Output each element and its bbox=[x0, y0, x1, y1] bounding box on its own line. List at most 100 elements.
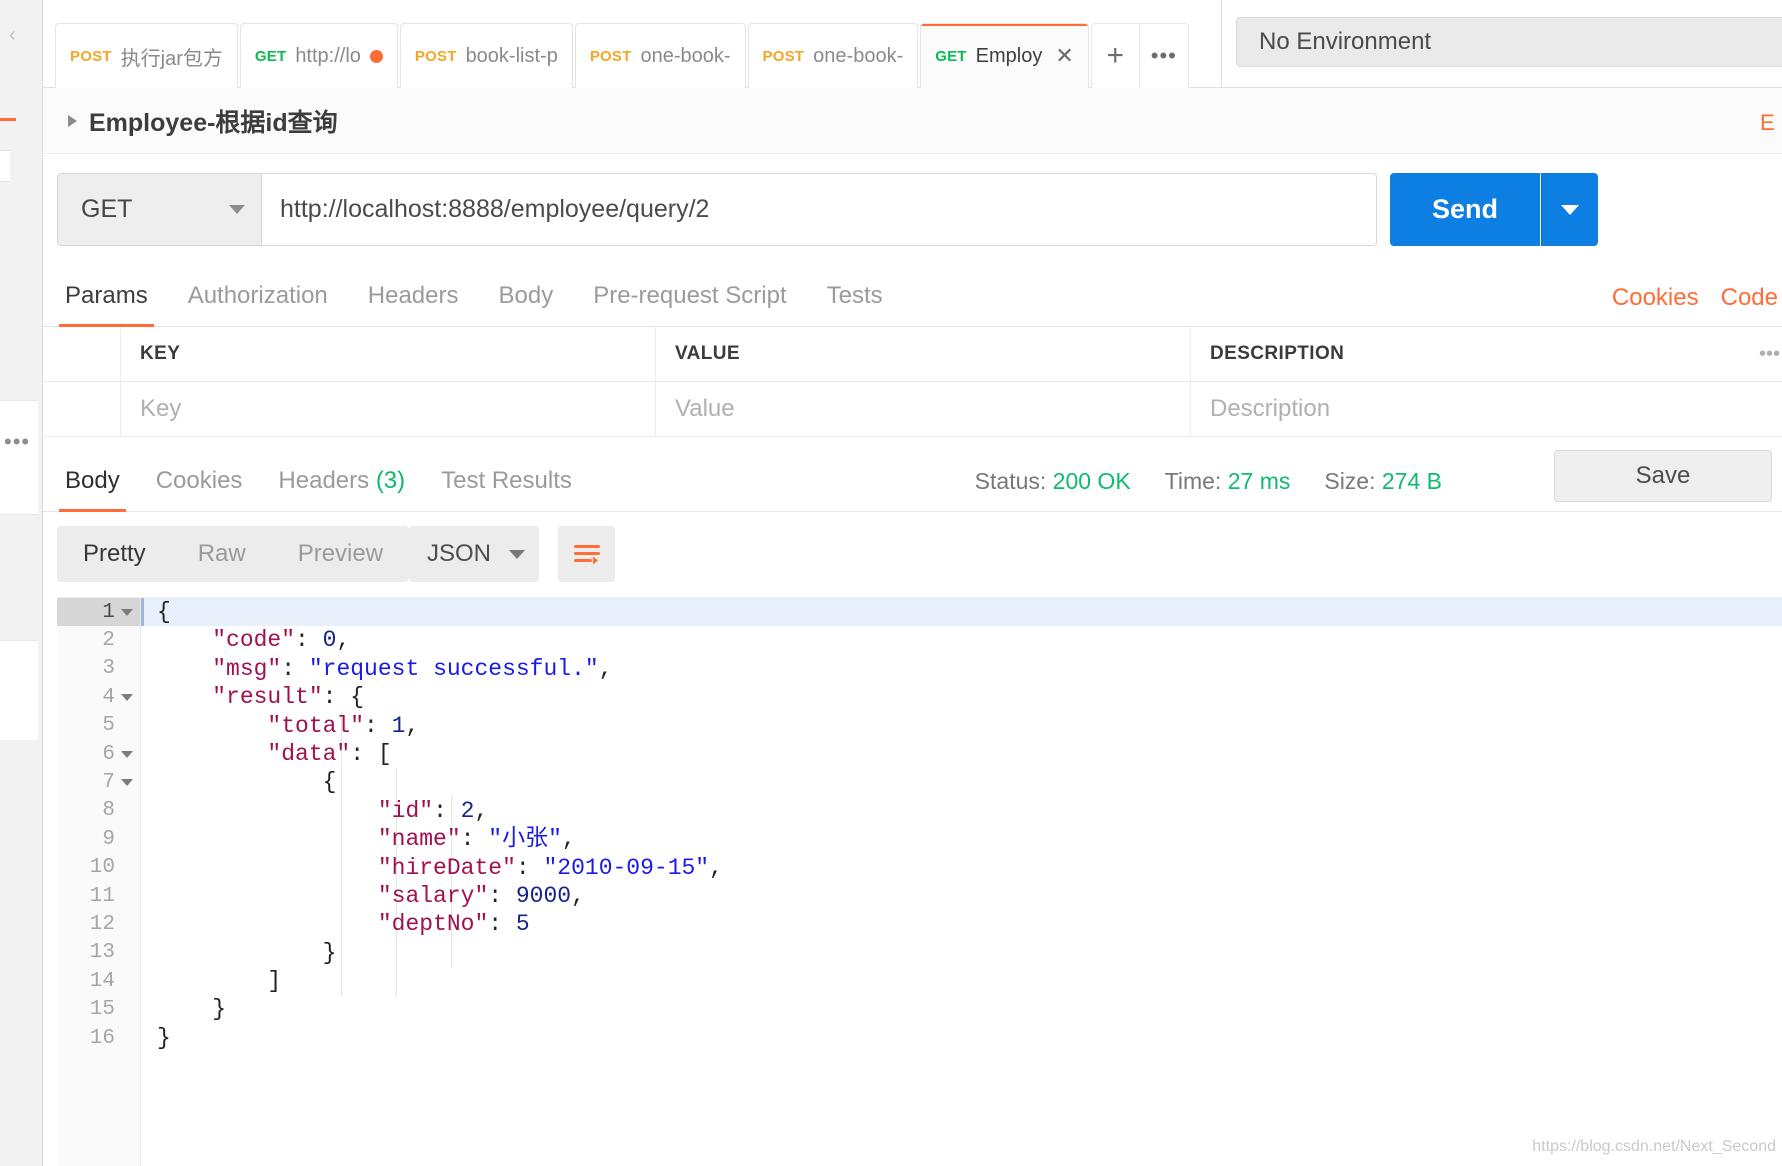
body-format-select[interactable]: JSON bbox=[409, 526, 539, 582]
request-tab-1[interactable]: GET http://lo bbox=[239, 23, 398, 88]
code-line: "deptNo": 5 bbox=[141, 910, 1782, 938]
token-pun: { bbox=[157, 599, 171, 625]
sidebar-more-icon[interactable]: ••• bbox=[4, 431, 30, 453]
tab-more-options-button[interactable]: ••• bbox=[1139, 23, 1189, 88]
line-number: 12 bbox=[57, 910, 140, 938]
line-number-text: 5 bbox=[102, 714, 115, 738]
tab-authorization[interactable]: Authorization bbox=[188, 282, 328, 326]
http-method-select[interactable]: GET bbox=[57, 173, 262, 246]
sidebar-item-stub[interactable] bbox=[0, 150, 10, 182]
token-pun: , bbox=[709, 854, 723, 881]
url-text: http://localhost:8888/employee/query/2 bbox=[280, 195, 710, 223]
fold-toggle-icon[interactable] bbox=[121, 779, 133, 787]
view-mode-pretty[interactable]: Pretty bbox=[57, 526, 172, 582]
tab-headers[interactable]: Headers bbox=[368, 282, 459, 326]
response-body-editor[interactable]: 1 2 3 4 5 6 7 8 9 10 11 12 13 14 15 16 { "code": 0, "ms… bbox=[57, 597, 1782, 1166]
params-description-input[interactable]: Description bbox=[1191, 382, 1721, 436]
line-number-text: 2 bbox=[102, 629, 115, 653]
response-tab-body[interactable]: Body bbox=[59, 467, 126, 512]
params-value-input[interactable]: Value bbox=[656, 382, 1191, 436]
token-pun bbox=[157, 627, 212, 653]
tab-pre-request-script[interactable]: Pre-request Script bbox=[593, 282, 786, 326]
code-link[interactable]: Code bbox=[1721, 284, 1778, 312]
response-tab-cookies[interactable]: Cookies bbox=[156, 467, 243, 511]
view-mode-raw[interactable]: Raw bbox=[172, 526, 272, 582]
line-number: 6 bbox=[57, 740, 140, 768]
token-pun bbox=[157, 741, 267, 767]
request-tab-4[interactable]: POST one-book- bbox=[747, 23, 919, 88]
line-number-text: 7 bbox=[102, 771, 115, 795]
code-line: { bbox=[141, 598, 1782, 627]
params-row-checkbox[interactable] bbox=[43, 382, 121, 436]
code-line: "msg": "request successful.", bbox=[141, 655, 1782, 683]
token-pun bbox=[157, 911, 378, 937]
request-tab-3[interactable]: POST one-book- bbox=[574, 23, 746, 88]
token-pun: } bbox=[157, 1024, 171, 1051]
response-tab-label: Headers bbox=[278, 467, 370, 494]
request-tab-5[interactable]: GET Employ ✕ bbox=[920, 23, 1089, 88]
code-line: "salary": 9000, bbox=[141, 882, 1782, 910]
line-number: 11 bbox=[57, 882, 140, 910]
status-value: 200 OK bbox=[1052, 468, 1131, 494]
request-tab-label: 执行jar包方 bbox=[120, 47, 223, 70]
close-icon[interactable]: ✕ bbox=[1055, 45, 1073, 67]
params-key-input[interactable]: Key bbox=[121, 382, 656, 436]
request-utility-links: Cookies Code bbox=[1612, 284, 1782, 312]
response-meta: Status: 200 OK Time: 27 ms Size: 274 B bbox=[975, 468, 1442, 495]
params-value-col-header: VALUE bbox=[656, 327, 1191, 381]
time-metric: Time: 27 ms bbox=[1164, 468, 1291, 494]
request-tab-strip: POST 执行jar包方 GET http://lo POST book-list-p PO… bbox=[43, 0, 1221, 88]
sidebar-collapse-icon[interactable]: ‹ bbox=[9, 24, 16, 47]
token-pun bbox=[157, 684, 212, 710]
token-pun: } bbox=[157, 939, 337, 966]
size-metric: Size: 274 B bbox=[1324, 468, 1442, 494]
response-tab-label: Test Results bbox=[441, 467, 572, 494]
tab-body[interactable]: Body bbox=[499, 282, 554, 326]
token-pun: , bbox=[405, 712, 420, 739]
tab-tests[interactable]: Tests bbox=[827, 282, 883, 326]
view-mode-preview[interactable]: Preview bbox=[272, 526, 409, 582]
token-pun: : [ bbox=[350, 740, 392, 767]
fold-toggle-icon[interactable] bbox=[121, 608, 133, 616]
request-tab-label: http://lo bbox=[295, 44, 361, 67]
token-key: "name" bbox=[377, 826, 461, 853]
editor-line-numbers: 1 2 3 4 5 6 7 8 9 10 11 12 13 14 15 16 bbox=[57, 598, 141, 1166]
token-pun: : bbox=[460, 826, 489, 853]
request-tab-0[interactable]: POST 执行jar包方 bbox=[55, 23, 238, 88]
request-tab-2[interactable]: POST book-list-p bbox=[399, 23, 573, 88]
code-line: "hireDate": "2010-09-15", bbox=[141, 854, 1782, 882]
new-tab-button[interactable]: + bbox=[1090, 23, 1140, 88]
token-pun: , bbox=[571, 882, 585, 909]
tab-params[interactable]: Params bbox=[59, 282, 154, 327]
send-button[interactable]: Send bbox=[1390, 173, 1540, 246]
token-num: 5 bbox=[515, 911, 530, 938]
request-tab-method: POST bbox=[589, 47, 632, 65]
response-viewer-toolbar: Pretty Raw Preview JSON bbox=[43, 512, 1782, 597]
line-number: 1 bbox=[57, 598, 140, 627]
editor-code-area[interactable]: { "code": 0, "msg": "request successful.… bbox=[141, 598, 1782, 1166]
token-key: "code" bbox=[212, 627, 296, 654]
save-response-button[interactable]: Save bbox=[1554, 450, 1772, 502]
send-options-button[interactable] bbox=[1541, 173, 1598, 246]
token-key: "hireDate" bbox=[377, 854, 516, 881]
fold-toggle-icon[interactable] bbox=[121, 693, 133, 701]
request-tab-method: POST bbox=[762, 47, 805, 65]
body-format-label: JSON bbox=[427, 540, 492, 567]
url-input[interactable]: http://localhost:8888/employee/query/2 bbox=[262, 173, 1377, 246]
response-tab-test-results[interactable]: Test Results bbox=[441, 467, 572, 511]
token-pun: , bbox=[336, 627, 351, 654]
wrap-lines-button[interactable] bbox=[558, 526, 615, 582]
environment-selector[interactable]: No Environment bbox=[1236, 17, 1782, 67]
request-tab-label: one-book- bbox=[640, 44, 731, 67]
line-number-text: 6 bbox=[102, 742, 115, 766]
request-subtabs: Params Authorization Headers Body Pre-reques… bbox=[43, 265, 1782, 327]
line-number-text: 15 bbox=[89, 998, 115, 1022]
token-key: "id" bbox=[377, 797, 434, 824]
cookies-link[interactable]: Cookies bbox=[1612, 284, 1699, 312]
edit-link-clipped[interactable]: E bbox=[1760, 110, 1776, 136]
expand-triangle-icon[interactable] bbox=[68, 114, 77, 127]
response-tab-headers[interactable]: Headers (3) bbox=[278, 467, 405, 511]
token-num: 2 bbox=[460, 797, 475, 824]
line-number: 5 bbox=[57, 712, 140, 740]
fold-toggle-icon[interactable] bbox=[121, 750, 133, 758]
